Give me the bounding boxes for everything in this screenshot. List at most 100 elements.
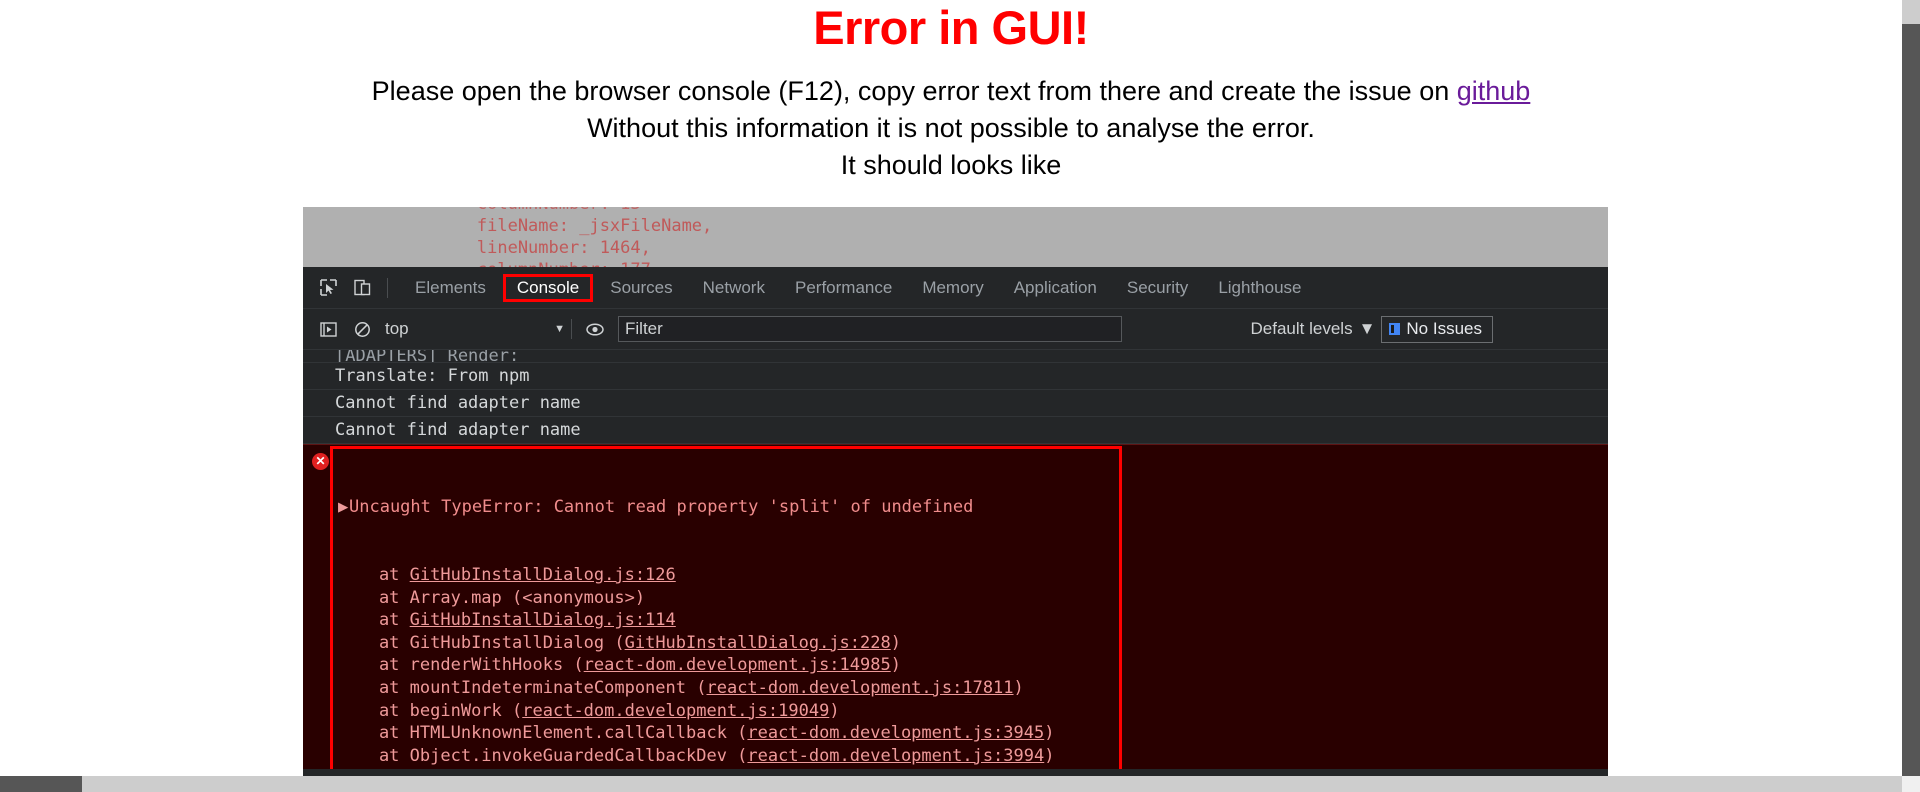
stack-frame-prefix: at (338, 677, 410, 698)
tab-memory[interactable]: Memory (909, 275, 996, 301)
tab-console[interactable]: Console (502, 273, 594, 302)
stack-frame-source-link[interactable]: react-dom.development.js:3994 (747, 746, 1044, 766)
stack-frame[interactable]: at Array.map (<anonymous>) (338, 587, 1608, 610)
code-preview-line-clipped-top: columnNumber: 13 (303, 207, 1608, 215)
tab-performance[interactable]: Performance (782, 275, 905, 301)
console-row[interactable]: [ADAPTERS] Render: (303, 350, 1608, 363)
github-link[interactable]: github (1457, 76, 1531, 106)
console-filter-input[interactable] (618, 316, 1122, 342)
stack-frame-source-link[interactable]: GitHubInstallDialog.js:126 (410, 565, 676, 585)
source-code-preview-strip: columnNumber: 13 fileName: _jsxFileName,… (303, 207, 1608, 267)
tab-sources[interactable]: Sources (597, 275, 685, 301)
stack-frame-prefix: at (338, 610, 410, 631)
console-filter-bar: top ▼ Default levels ▼ No Iss (303, 309, 1608, 350)
stack-frame-source-link[interactable]: react-dom.development.js:17811 (706, 678, 1013, 698)
stack-frame-function: invokeGuardedCallback (410, 768, 635, 769)
instructions-text-before-link: Please open the browser console (F12), c… (371, 76, 1457, 106)
instructions-line-1: Please open the browser console (F12), c… (0, 73, 1902, 110)
execution-context-select[interactable]: top ▼ (385, 319, 565, 339)
device-toolbar-icon[interactable] (348, 275, 376, 301)
execution-context-value: top (385, 319, 409, 338)
error-headline-row[interactable]: ▶Uncaught TypeError: Cannot read propert… (338, 496, 1608, 519)
vertical-scrollbar[interactable] (1902, 0, 1920, 792)
execute-snippet-icon[interactable] (314, 316, 342, 342)
stack-frame-function: renderWithHooks (409, 655, 574, 676)
stack-frame-source-link[interactable]: react-dom.development.js:19049 (522, 701, 829, 721)
log-levels-label: Default levels (1250, 319, 1353, 338)
filterbar-divider (571, 319, 572, 339)
console-row[interactable]: Translate: From npm (303, 363, 1608, 390)
stack-frame[interactable]: at mountIndeterminateComponent (react-do… (338, 677, 1608, 700)
stack-frame-paren-open: ( (635, 768, 645, 769)
instructions-line-2: Without this information it is not possi… (587, 113, 1315, 143)
stack-frame-paren-close: ) (890, 655, 901, 676)
tab-security[interactable]: Security (1114, 275, 1201, 301)
devtools-tabbar: Elements Console Sources Network Perform… (303, 267, 1608, 309)
code-preview-line-1: fileName: _jsxFileName, (395, 216, 713, 236)
code-preview-line-clipped-bottom: columnNumber: 177 (303, 259, 1608, 267)
stack-frame-prefix: at (338, 745, 410, 766)
stack-frame-source-link[interactable]: react-dom.development.js:4056 (645, 768, 942, 769)
stack-frame[interactable]: at renderWithHooks (react-dom.developmen… (338, 654, 1608, 677)
toolbar-divider (387, 277, 388, 298)
chevron-down-icon: ▼ (554, 323, 565, 335)
stack-frame-source-link[interactable]: GitHubInstallDialog.js:114 (410, 610, 676, 630)
stack-frame[interactable]: at GitHubInstallDialog (GitHubInstallDia… (338, 632, 1608, 655)
stack-frame-function: GitHubInstallDialog (409, 632, 615, 653)
horizontal-scrollbar-thumb[interactable] (0, 776, 82, 792)
tab-network[interactable]: Network (690, 275, 778, 301)
stack-frame-prefix: at (338, 632, 410, 653)
instructions-paragraph: Please open the browser console (F12), c… (0, 51, 1902, 184)
stack-frame-prefix: at (338, 768, 410, 769)
stack-frame-source-link[interactable]: react-dom.development.js:3945 (747, 723, 1044, 743)
stack-frame-function: Object.invokeGuardedCallbackDev (409, 745, 738, 766)
stack-frame-list: at GitHubInstallDialog.js:126 at Array.m… (338, 564, 1608, 769)
stack-frame-function: HTMLUnknownElement.callCallback (409, 723, 738, 744)
error-circle-icon: ✕ (312, 453, 329, 470)
stack-frame-prefix: at (338, 587, 410, 608)
issues-flag-icon (1389, 322, 1401, 335)
stack-frame-prefix: at (338, 700, 410, 721)
console-settings-eye-icon[interactable] (581, 316, 609, 342)
stack-frame[interactable]: at GitHubInstallDialog.js:114 (338, 609, 1608, 632)
stack-frame[interactable]: at GitHubInstallDialog.js:126 (338, 564, 1608, 587)
console-row[interactable]: Cannot find adapter name (303, 417, 1608, 444)
tab-application[interactable]: Application (1001, 275, 1110, 301)
stack-frame-prefix: at (338, 723, 410, 744)
vertical-scrollbar-thumb[interactable] (1902, 0, 1920, 24)
chevron-down-icon: ▼ (1358, 319, 1376, 338)
instructions-line-3: It should looks like (840, 150, 1062, 180)
stack-frame-paren-open: ( (614, 632, 625, 653)
stack-frame[interactable]: at beginWork (react-dom.development.js:1… (338, 700, 1608, 723)
inspect-element-icon[interactable] (314, 275, 342, 301)
stack-frame-function: Array.map (<anonymous>) (409, 587, 646, 608)
log-levels-dropdown[interactable]: Default levels ▼ (1251, 319, 1382, 339)
stack-frame-source-link[interactable]: GitHubInstallDialog.js:228 (625, 633, 891, 653)
console-error-message[interactable]: ✕ ▶Uncaught TypeError: Cannot read prope… (303, 444, 1608, 769)
code-preview-line-2: lineNumber: 1464, (395, 238, 651, 258)
stack-frame-paren-open: ( (512, 700, 523, 721)
stack-frame-paren-open: ( (573, 655, 584, 676)
stack-frame[interactable]: at Object.invokeGuardedCallbackDev (reac… (338, 745, 1608, 768)
tab-lighthouse[interactable]: Lighthouse (1205, 275, 1314, 301)
issues-button[interactable]: No Issues (1381, 315, 1493, 343)
error-stack-trace: ▶Uncaught TypeError: Cannot read propert… (303, 451, 1608, 769)
stack-frame-function: mountIndeterminateComponent (409, 677, 697, 698)
stack-frame-prefix: at (338, 655, 410, 676)
stack-frame-paren-open: ( (737, 745, 748, 766)
console-message-list: [ADAPTERS] Render: Translate: From npm C… (303, 350, 1608, 769)
stack-frame-paren-open: ( (737, 723, 748, 744)
tab-elements[interactable]: Elements (402, 275, 499, 301)
horizontal-scrollbar[interactable] (0, 776, 1902, 792)
stack-frame-function: beginWork (409, 700, 513, 721)
stack-frame-prefix: at (338, 564, 410, 585)
stack-frame-paren-close: ) (942, 768, 952, 769)
page-content: Error in GUI! Please open the browser co… (0, 0, 1902, 783)
stack-frame[interactable]: at invokeGuardedCallback (react-dom.deve… (338, 767, 1608, 769)
issues-label: No Issues (1406, 318, 1482, 338)
console-row[interactable]: Cannot find adapter name (303, 390, 1608, 417)
disclosure-triangle-icon[interactable]: ▶ (338, 496, 349, 519)
stack-frame[interactable]: at HTMLUnknownElement.callCallback (reac… (338, 722, 1608, 745)
stack-frame-source-link[interactable]: react-dom.development.js:14985 (584, 655, 891, 675)
clear-console-icon[interactable] (348, 316, 376, 342)
